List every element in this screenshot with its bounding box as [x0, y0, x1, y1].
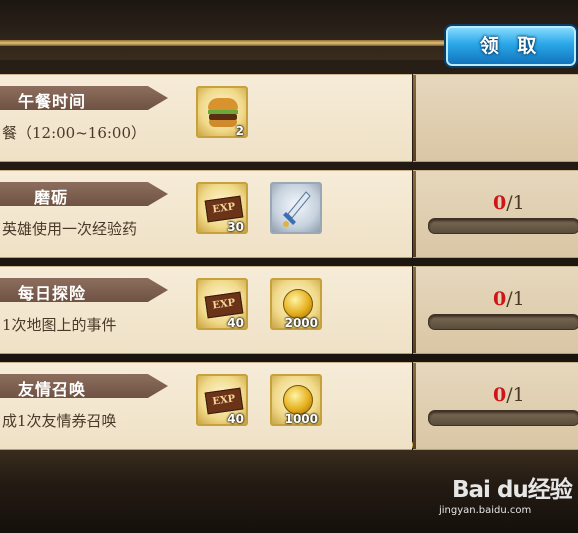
reward-slot[interactable]: EXP 40 — [196, 278, 248, 330]
gold-coin-icon — [283, 289, 313, 319]
task-status-panel — [413, 74, 578, 162]
reward-quantity: 1000 — [284, 412, 318, 426]
reward-slot[interactable]: 1000 — [270, 374, 322, 426]
gold-coin-icon — [283, 385, 313, 415]
claim-button[interactable]: 领 取 — [444, 24, 578, 68]
reward-quantity: 2 — [235, 124, 244, 138]
exp-potion-icon: EXP — [204, 195, 244, 223]
progress-counter: 0/1 — [493, 288, 525, 310]
reward-slot[interactable]: 2000 — [270, 278, 322, 330]
task-description: 成1次友情券召唤 — [2, 412, 117, 430]
progress-bar — [428, 410, 578, 426]
reward-slot[interactable]: 2 — [196, 86, 248, 138]
task-description: 1次地图上的事件 — [2, 316, 117, 334]
task-row-explore: 每日探险 1次地图上的事件 EXP 40 2000 0/1 — [0, 266, 578, 354]
progress-bar — [428, 218, 578, 234]
task-title-ribbon: 磨砺 — [0, 182, 168, 206]
task-title: 午餐时间 — [18, 92, 87, 111]
progress-bar — [428, 314, 578, 330]
reward-slot[interactable]: EXP 30 — [196, 182, 248, 234]
reward-quantity: 40 — [227, 316, 244, 330]
reward-quantity: 2000 — [284, 316, 318, 330]
reward-quantity: 30 — [227, 220, 244, 234]
task-row-sharpen: 磨砺 英雄使用一次经验药 EXP 30 0/1 — [0, 170, 578, 258]
task-title-ribbon: 友情召唤 — [0, 374, 168, 398]
hamburger-icon — [208, 98, 238, 128]
reward-slot[interactable] — [270, 182, 322, 234]
task-status-panel — [413, 266, 578, 354]
task-title: 磨砺 — [34, 188, 69, 207]
task-description: 英雄使用一次经验药 — [2, 220, 138, 238]
sword-icon — [283, 191, 311, 227]
reward-slot[interactable]: EXP 40 — [196, 374, 248, 426]
task-status-panel — [413, 170, 578, 258]
task-row-lunch: 午餐时间 餐（12:00~16:00） 2 — [0, 74, 578, 162]
task-title-ribbon: 午餐时间 — [0, 86, 168, 110]
task-title: 友情召唤 — [18, 380, 87, 399]
watermark-brand: Bai du经验 — [452, 477, 573, 503]
progress-counter: 0/1 — [493, 384, 525, 406]
watermark-url: jingyan.baidu.com — [439, 505, 532, 516]
progress-counter: 0/1 — [493, 192, 525, 214]
task-row-friend-summon: 友情召唤 成1次友情券召唤 EXP 40 1000 0/1 — [0, 362, 578, 450]
exp-potion-icon: EXP — [204, 291, 244, 319]
task-title-ribbon: 每日探险 — [0, 278, 168, 302]
watermark: Bai du经验 jingyan.baidu.com — [439, 470, 573, 516]
task-title: 每日探险 — [18, 284, 87, 303]
task-description: 餐（12:00~16:00） — [2, 124, 147, 142]
exp-potion-icon: EXP — [204, 387, 244, 415]
reward-quantity: 40 — [227, 412, 244, 426]
task-status-panel — [413, 362, 578, 450]
